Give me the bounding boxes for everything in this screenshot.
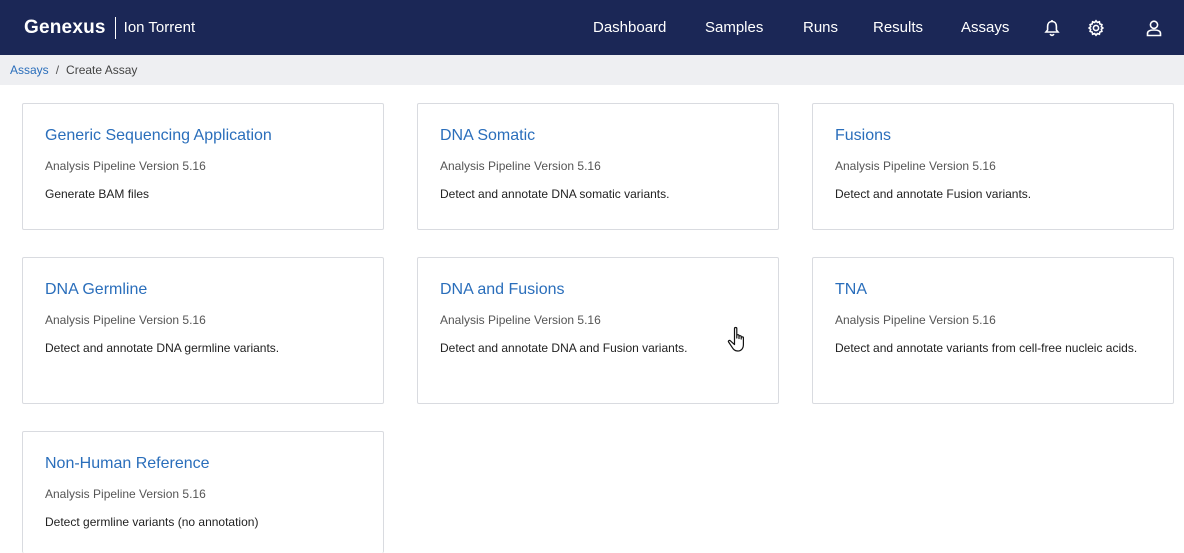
card-version: Analysis Pipeline Version 5.16 [835, 313, 996, 327]
card-description: Detect and annotate Fusion variants. [835, 187, 1032, 201]
assay-card-fusions[interactable]: Fusions Analysis Pipeline Version 5.16 D… [812, 103, 1174, 230]
user-icon[interactable] [1143, 0, 1165, 55]
card-description: Generate BAM files [45, 187, 150, 201]
assay-card-dna-and-fusions[interactable]: DNA and Fusions Analysis Pipeline Versio… [417, 257, 779, 404]
card-description: Detect and annotate DNA somatic variants… [440, 187, 670, 201]
nav-results[interactable]: Results [873, 0, 923, 55]
top-navigation-bar: Genexus Ion Torrent Dashboard Samples Ru… [0, 0, 1184, 55]
assay-card-dna-germline[interactable]: DNA Germline Analysis Pipeline Version 5… [22, 257, 384, 404]
brand-logo[interactable]: Genexus Ion Torrent [24, 0, 195, 55]
card-version: Analysis Pipeline Version 5.16 [440, 159, 601, 173]
card-title[interactable]: Non-Human Reference [45, 454, 361, 474]
breadcrumb-current: Create Assay [66, 63, 138, 77]
assay-card-tna[interactable]: TNA Analysis Pipeline Version 5.16 Detec… [812, 257, 1174, 404]
card-version: Analysis Pipeline Version 5.16 [45, 159, 206, 173]
card-version: Analysis Pipeline Version 5.16 [835, 159, 996, 173]
card-title[interactable]: TNA [835, 280, 1151, 300]
breadcrumb: Assays / Create Assay [0, 55, 1184, 85]
card-description: Detect and annotate variants from cell-f… [835, 341, 1138, 355]
brand-name: Genexus [24, 16, 106, 38]
card-description: Detect and annotate DNA and Fusion varia… [440, 341, 688, 355]
card-title[interactable]: Fusions [835, 126, 1151, 146]
card-version: Analysis Pipeline Version 5.16 [45, 313, 206, 327]
nav-dashboard[interactable]: Dashboard [593, 0, 666, 55]
assay-card-non-human-reference[interactable]: Non-Human Reference Analysis Pipeline Ve… [22, 431, 384, 553]
nav-runs[interactable]: Runs [803, 0, 838, 55]
brand-sub: Ion Torrent [123, 19, 196, 36]
card-title[interactable]: DNA and Fusions [440, 280, 756, 300]
nav-samples[interactable]: Samples [705, 0, 763, 55]
breadcrumb-assays-link[interactable]: Assays [10, 63, 49, 77]
card-description: Detect and annotate DNA germline variant… [45, 341, 280, 355]
card-description: Detect germline variants (no annotation) [45, 515, 259, 529]
card-title[interactable]: Generic Sequencing Application [45, 126, 361, 146]
assay-card-dna-somatic[interactable]: DNA Somatic Analysis Pipeline Version 5.… [417, 103, 779, 230]
card-title[interactable]: DNA Germline [45, 280, 361, 300]
card-version: Analysis Pipeline Version 5.16 [440, 313, 601, 327]
nav-assays[interactable]: Assays [961, 0, 1009, 55]
gear-icon[interactable] [1085, 0, 1107, 55]
card-version: Analysis Pipeline Version 5.16 [45, 487, 206, 501]
assay-card-generic-sequencing[interactable]: Generic Sequencing Application Analysis … [22, 103, 384, 230]
card-title[interactable]: DNA Somatic [440, 126, 756, 146]
brand-divider [114, 16, 116, 39]
breadcrumb-separator: / [55, 63, 60, 77]
bell-icon[interactable] [1041, 0, 1063, 55]
